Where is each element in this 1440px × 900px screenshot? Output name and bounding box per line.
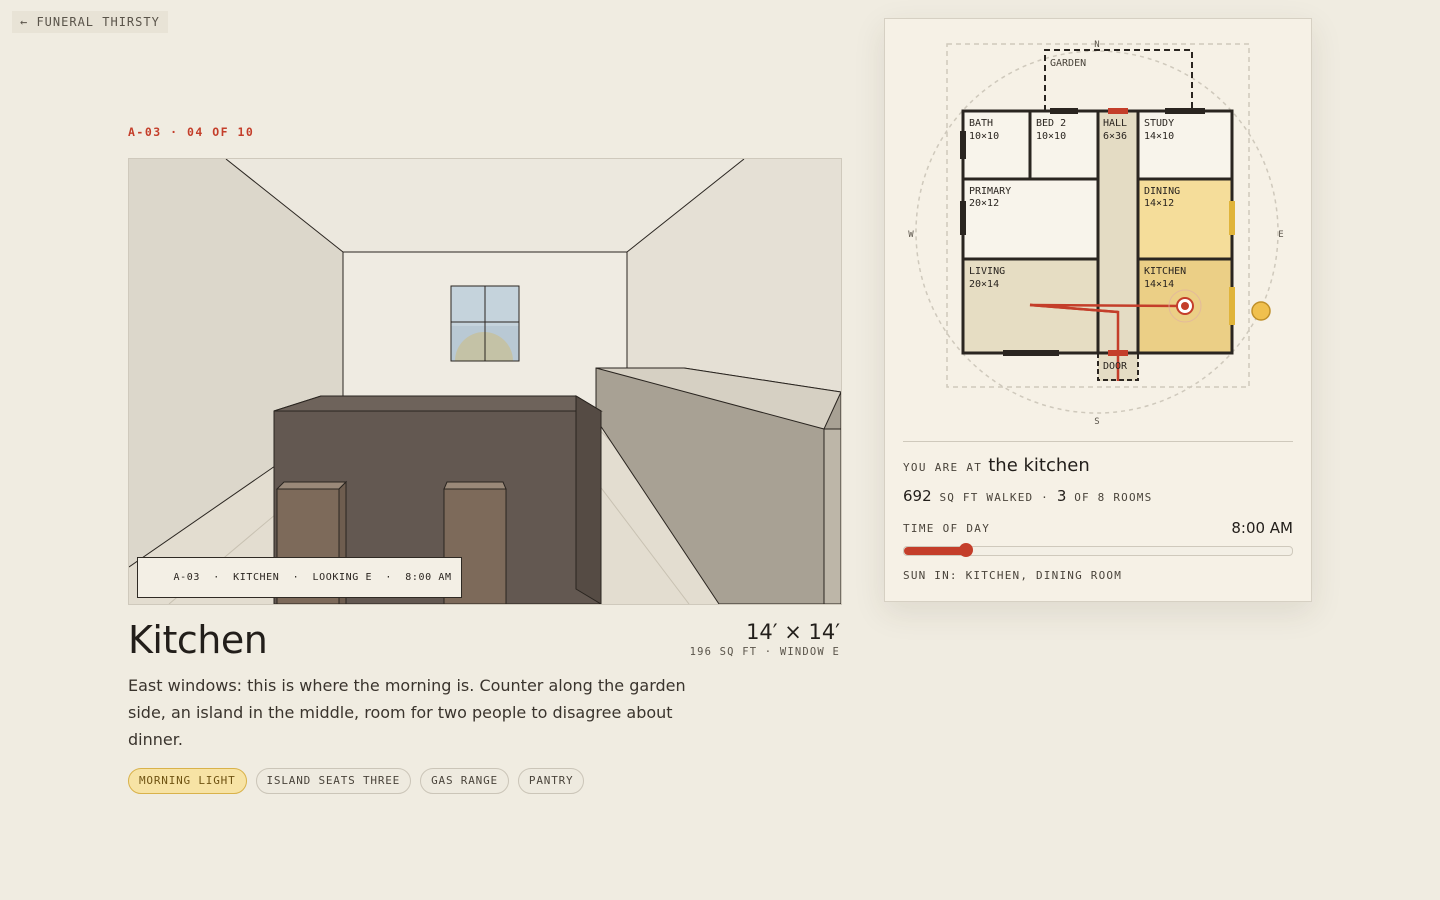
room-perspective: [129, 159, 841, 604]
current-location: YOU ARE AT the kitchen: [903, 455, 1090, 476]
label-garden: GARDEN: [1050, 58, 1086, 69]
label-study: STUDY: [1144, 118, 1174, 129]
label-bed2-size: 10×10: [1036, 131, 1066, 142]
compass-e: E: [1278, 230, 1283, 240]
tag-gas-range[interactable]: GAS RANGE: [420, 768, 509, 794]
caption-room-code: A-03: [173, 572, 200, 583]
room-view[interactable]: A-03 · KITCHEN · LOOKING E · 8:00 AM: [128, 158, 842, 605]
room-dims: 14′ × 14′: [746, 620, 840, 644]
room-dims-sub: 196 SQ FT · WINDOW E: [689, 646, 840, 658]
label-dining-size: 14×12: [1144, 198, 1174, 209]
floor-plan-panel: N S E W GARDEN BATH 10×10 BED 2 10×10 HA…: [884, 18, 1312, 602]
time-of-day-value: 8:00 AM: [1231, 519, 1293, 537]
room-dimensions: 14′ × 14′ 196 SQ FT · WINDOW E: [690, 620, 840, 658]
label-bed2: BED 2: [1036, 118, 1066, 129]
floor-plan[interactable]: N S E W GARDEN BATH 10×10 BED 2 10×10 HA…: [885, 19, 1311, 439]
slider-handle[interactable]: [959, 543, 974, 557]
slider-fill: [904, 547, 967, 555]
rooms-value: 3: [1056, 487, 1067, 505]
compass-w: W: [908, 230, 914, 240]
room-title: Kitchen: [128, 618, 268, 662]
caption-room-name: KITCHEN: [233, 572, 280, 583]
compass-n: N: [1094, 40, 1099, 50]
label-bath-size: 10×10: [969, 131, 999, 142]
caption-time: 8:00 AM: [405, 572, 452, 583]
rooms-label: OF 8 ROOMS: [1074, 491, 1153, 504]
label-dining: DINING: [1144, 186, 1180, 197]
tag-pantry[interactable]: PANTRY: [517, 768, 585, 794]
caption-direction: LOOKING E: [312, 572, 373, 583]
you-are-at-value: the kitchen: [988, 455, 1090, 476]
label-hall: HALL: [1103, 118, 1127, 129]
room-description: East windows: this is where the morning …: [128, 676, 686, 749]
walk-stats: 692 SQ FT WALKED · 3 OF 8 ROOMS: [903, 487, 1152, 505]
time-of-day-label: TIME OF DAY: [903, 522, 991, 535]
label-hall-size: 6×36: [1103, 131, 1127, 142]
tag-morning-light[interactable]: MORNING LIGHT: [128, 768, 247, 794]
view-caption: A-03 · KITCHEN · LOOKING E · 8:00 AM: [137, 557, 462, 598]
walked-label: SQ FT WALKED ·: [939, 491, 1049, 504]
label-kitchen-size: 14×14: [1144, 279, 1174, 290]
compass-s: S: [1094, 417, 1099, 427]
back-link[interactable]: ← FUNERAL THIRSTY: [12, 11, 168, 33]
walked-value: 692: [903, 487, 932, 505]
sun-icon: [1251, 301, 1271, 321]
you-are-at-label: YOU ARE AT: [903, 461, 983, 474]
window-icon: [450, 285, 520, 362]
label-bath: BATH: [969, 118, 993, 129]
sun-in-rooms: SUN IN: KITCHEN, DINING ROOM: [903, 569, 1123, 582]
label-primary: PRIMARY: [969, 186, 1011, 197]
time-of-day-slider[interactable]: [903, 543, 1293, 557]
tag-island-seats-three[interactable]: ISLAND SEATS THREE: [255, 768, 412, 794]
label-primary-size: 20×12: [969, 198, 999, 209]
room-index: A-03 · 04 OF 10: [128, 125, 255, 139]
label-kitchen: KITCHEN: [1144, 266, 1186, 277]
label-living: LIVING: [969, 266, 1005, 277]
label-door: DOOR: [1103, 361, 1128, 372]
label-living-size: 20×14: [969, 279, 999, 290]
room-tags: MORNING LIGHT ISLAND SEATS THREE GAS RAN…: [128, 768, 585, 794]
panel-divider: [903, 441, 1293, 442]
label-study-size: 14×10: [1144, 131, 1174, 142]
